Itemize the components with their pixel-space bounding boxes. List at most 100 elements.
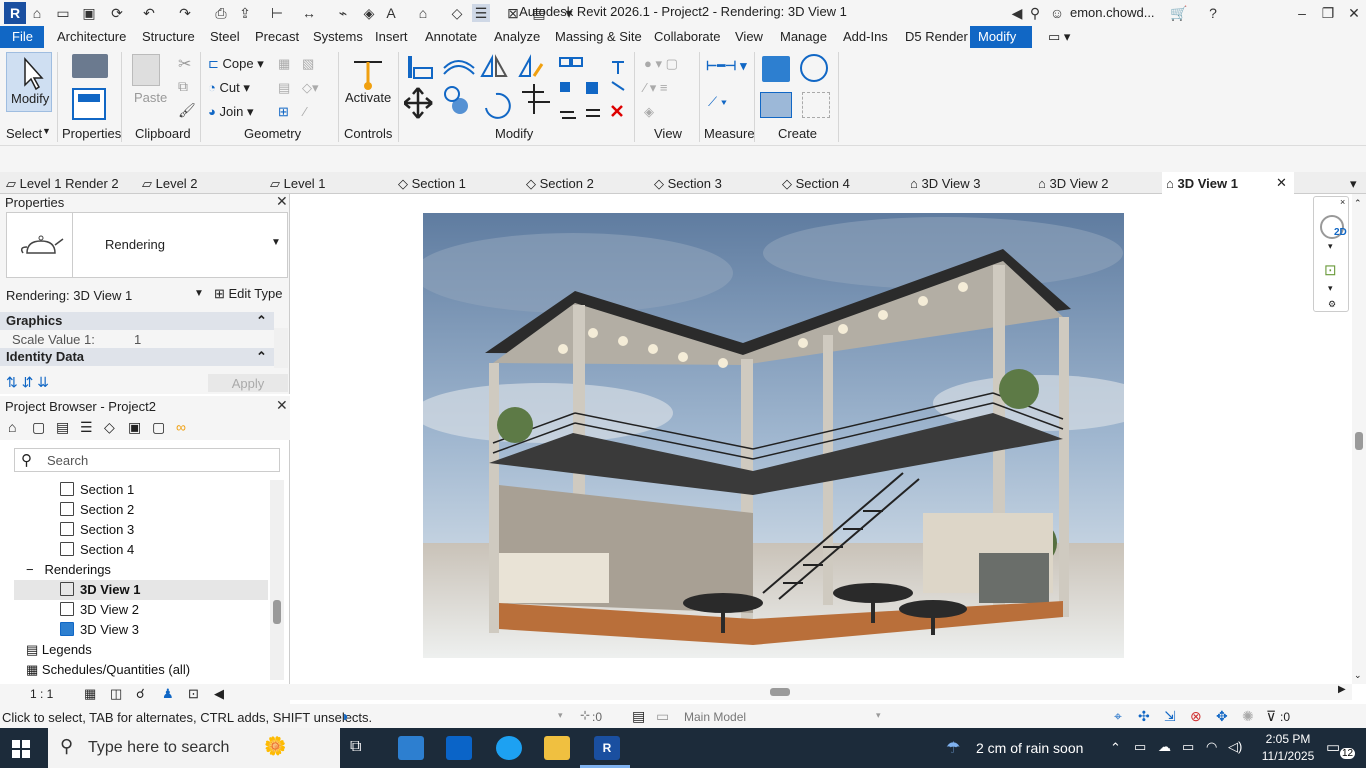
- settings-icon[interactable]: ⚙: [1328, 299, 1336, 310]
- design-options-icon[interactable]: ◑: [340, 708, 348, 724]
- taskbar-search-input[interactable]: ⚲ Type here to search 🌼: [48, 728, 340, 768]
- tree-item-section-3[interactable]: Section 3: [60, 522, 134, 537]
- chevron-down-icon[interactable]: ▾: [1328, 241, 1333, 252]
- chevron-down-icon[interactable]: ▾: [876, 710, 881, 721]
- browser-scrollbar[interactable]: [270, 480, 284, 680]
- links-icon[interactable]: ▢: [152, 419, 165, 436]
- view-scale[interactable]: 1 : 1: [30, 687, 53, 701]
- shadows-icon[interactable]: ♟: [162, 686, 174, 702]
- volume-icon[interactable]: ◁): [1228, 739, 1242, 755]
- view-tab[interactable]: ⌂ 3D View 2: [1038, 172, 1108, 194]
- tab-precast[interactable]: Precast: [255, 29, 299, 44]
- families-icon[interactable]: ◇: [104, 419, 115, 436]
- tab-structure[interactable]: Structure: [142, 29, 195, 44]
- tab-add-ins[interactable]: Add-Ins: [843, 29, 888, 44]
- close-icon[interactable]: ×: [1340, 197, 1345, 207]
- minimize-icon[interactable]: –: [1290, 2, 1314, 24]
- revit-links-icon[interactable]: ∞: [176, 419, 186, 435]
- user-icon[interactable]: ☺: [1048, 4, 1066, 22]
- store-icon[interactable]: [398, 736, 424, 760]
- graphics-section[interactable]: Graphics ⌃: [0, 312, 274, 330]
- properties-icon[interactable]: [72, 88, 106, 120]
- design-option-icon[interactable]: ▭: [656, 708, 669, 725]
- detail-level-icon[interactable]: ▦: [84, 686, 96, 702]
- edit-type-button[interactable]: ⊞ Edit Type: [210, 286, 282, 306]
- split-face-icon[interactable]: ▦: [278, 56, 290, 72]
- select-dropdown-icon[interactable]: ▼: [42, 126, 51, 136]
- scroll-left-icon[interactable]: ◀: [214, 686, 224, 702]
- scroll-thumb[interactable]: [770, 688, 790, 696]
- clock-time[interactable]: 2:05 PM: [1258, 732, 1318, 746]
- properties-scrollbar[interactable]: [274, 328, 288, 368]
- tab-modify[interactable]: Modify: [970, 26, 1032, 48]
- cope-button[interactable]: ⊏ Cope ▾: [208, 56, 264, 72]
- horizontal-scrollbar[interactable]: ▶: [290, 684, 1352, 700]
- user-name[interactable]: emon.chowd...: [1070, 5, 1155, 20]
- dimension-measure-icon[interactable]: ⟋ ▾: [708, 94, 727, 110]
- sort-icons[interactable]: ⇅ ⇵ ⇊: [6, 374, 49, 391]
- tab-analyze[interactable]: Analyze: [494, 29, 540, 44]
- home-icon[interactable]: ⌂: [8, 419, 16, 435]
- tab-annotate[interactable]: Annotate: [425, 29, 477, 44]
- wall-joins-icon[interactable]: ▤: [278, 80, 290, 96]
- tab-insert[interactable]: Insert: [375, 29, 408, 44]
- tab-view[interactable]: View: [735, 29, 763, 44]
- activate-controls-icon[interactable]: [350, 54, 386, 94]
- select-panel-label[interactable]: Select: [6, 126, 42, 141]
- cart-icon[interactable]: 🛒: [1170, 4, 1188, 22]
- drag-elements-icon[interactable]: ✥: [1216, 708, 1228, 725]
- sheets-icon[interactable]: ▤: [56, 419, 69, 436]
- tray-overflow-icon[interactable]: ⌃: [1110, 740, 1121, 756]
- paste-icon[interactable]: [132, 54, 160, 86]
- tree-item-3d-view-3[interactable]: 3D View 3: [60, 622, 139, 637]
- view-tab[interactable]: ◇ Section 4: [782, 172, 850, 194]
- vertical-scrollbar[interactable]: ⌃ ⌄: [1352, 194, 1366, 684]
- schedules-icon[interactable]: ☰: [80, 419, 93, 436]
- browser-search-input[interactable]: ⚲ Search: [14, 448, 280, 472]
- tree-item-legends[interactable]: ▤ Legends: [26, 642, 92, 658]
- hide-element-icon[interactable]: ◈: [644, 104, 654, 120]
- meet-icon[interactable]: ▭: [1134, 739, 1146, 755]
- close-icon[interactable]: ✕: [276, 397, 288, 414]
- create-group-icon[interactable]: [760, 92, 792, 118]
- view-tab[interactable]: ▱ Level 1 Render 2: [6, 172, 119, 194]
- tree-item-3d-view-1[interactable]: 3D View 1: [60, 582, 140, 597]
- scroll-thumb[interactable]: [1355, 432, 1363, 450]
- type-selector[interactable]: Rendering ▼: [6, 212, 288, 278]
- create-similar-icon[interactable]: [802, 92, 830, 118]
- windows-start-icon[interactable]: [12, 740, 30, 758]
- task-view-icon[interactable]: ⧉: [350, 738, 361, 756]
- tab-file[interactable]: File: [0, 26, 44, 48]
- file-explorer-icon[interactable]: [544, 736, 570, 760]
- create-assembly-icon[interactable]: [762, 56, 790, 82]
- editing-requests-icon[interactable]: ▤: [632, 708, 645, 725]
- select-pinned-icon[interactable]: ⇲: [1164, 708, 1176, 725]
- tree-item-section-1[interactable]: Section 1: [60, 482, 134, 497]
- cut-clipboard-icon[interactable]: ✂: [178, 54, 191, 74]
- select-underlay-icon[interactable]: ✣: [1138, 708, 1150, 725]
- paste-button[interactable]: Paste: [134, 90, 167, 105]
- scroll-right-icon[interactable]: ▶: [1338, 684, 1346, 695]
- modify-button[interactable]: Modify: [6, 52, 52, 112]
- join-button[interactable]: ◕ Join ▾: [208, 104, 253, 120]
- measure-between-icon[interactable]: ⊢━⊣ ▾: [706, 58, 747, 74]
- cut-button[interactable]: ◔ Cut ▾: [208, 80, 250, 96]
- type-properties-icon[interactable]: [72, 54, 108, 78]
- edge-icon[interactable]: [496, 736, 522, 760]
- remove-paint-icon[interactable]: ⁄: [304, 104, 306, 119]
- scroll-up-icon[interactable]: ⌃: [1354, 198, 1362, 209]
- worksets-icon[interactable]: ⊹: [580, 708, 590, 722]
- active-model[interactable]: Main Model: [684, 710, 746, 724]
- tab-collaborate[interactable]: Collaborate: [654, 29, 721, 44]
- sun-path-icon[interactable]: ☌: [136, 686, 145, 702]
- tab-steel[interactable]: Steel: [210, 29, 240, 44]
- select-links-icon[interactable]: ⌖: [1114, 708, 1122, 725]
- apply-button[interactable]: Apply: [208, 374, 288, 392]
- match-type-icon[interactable]: 🖌: [178, 102, 196, 119]
- chevron-down-icon[interactable]: ▾: [558, 710, 563, 721]
- tab-massing-site[interactable]: Massing & Site: [555, 29, 642, 44]
- scroll-down-icon[interactable]: ⌄: [1354, 670, 1362, 681]
- view-tab[interactable]: ◇ Section 1: [398, 172, 466, 194]
- close-tab-icon[interactable]: ✕: [1276, 175, 1287, 191]
- tab-systems[interactable]: Systems: [313, 29, 363, 44]
